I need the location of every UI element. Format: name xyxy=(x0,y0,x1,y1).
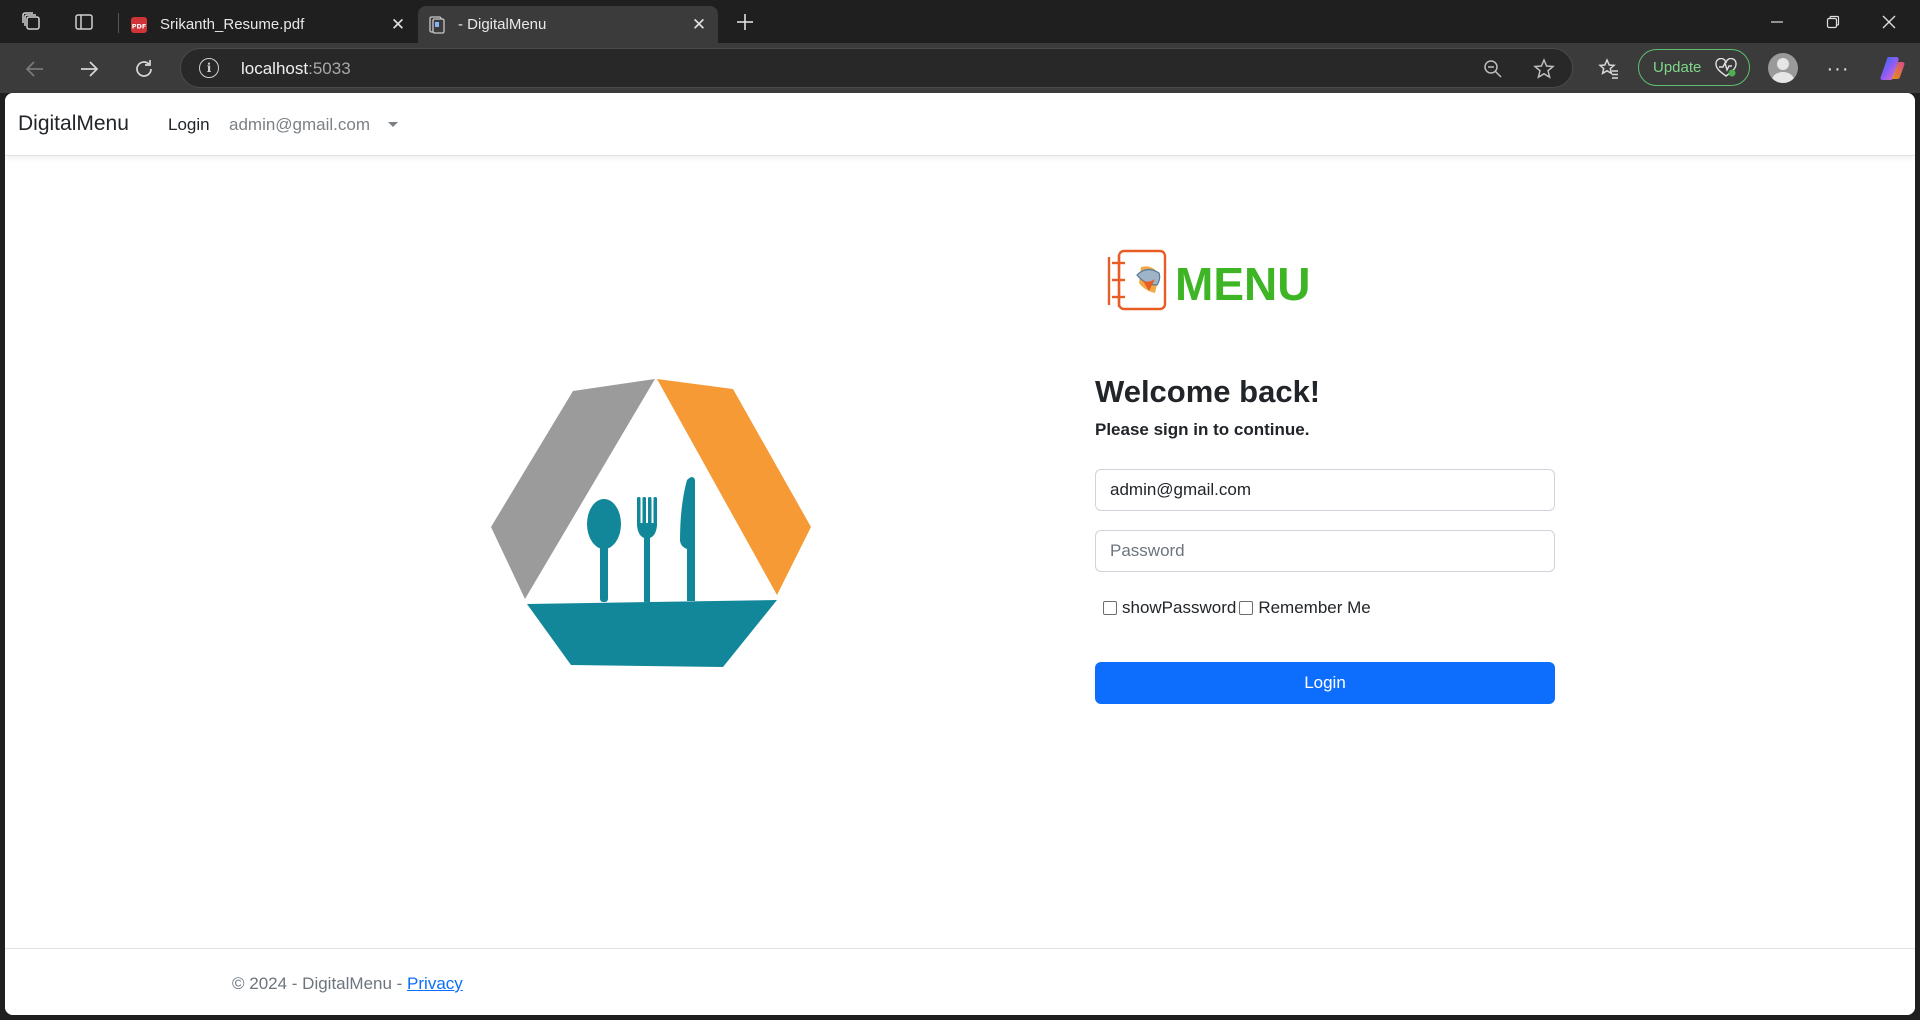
close-tab-icon[interactable]: ✕ xyxy=(385,12,411,38)
browser-toolbar: i localhost:5033 Update ··· xyxy=(0,43,1920,93)
page-icon xyxy=(429,15,445,34)
tab-title: - DigitalMenu xyxy=(458,16,547,33)
site-info-icon[interactable]: i xyxy=(199,58,219,78)
logo-orange-segment xyxy=(657,379,811,595)
profile-avatar-icon[interactable] xyxy=(1768,53,1798,83)
navbar-brand[interactable]: DigitalMenu xyxy=(18,112,129,136)
copyright-text: © 2024 - DigitalMenu - xyxy=(232,974,408,993)
logo-gray-segment xyxy=(491,379,655,599)
browser-tab-bar: PDF Srikanth_Resume.pdf ✕ - DigitalMenu … xyxy=(0,0,1920,43)
favorites-icon[interactable] xyxy=(1593,53,1625,85)
logo-teal-base xyxy=(527,600,777,667)
show-password-label[interactable]: showPassword xyxy=(1122,598,1236,618)
restaurant-hexagon-logo xyxy=(491,379,811,667)
site-footer: © 2024 - DigitalMenu - Privacy xyxy=(5,948,1915,1015)
restore-icon[interactable] xyxy=(1805,0,1861,43)
forward-icon[interactable] xyxy=(73,53,105,85)
password-field[interactable] xyxy=(1095,530,1555,572)
footer-text: © 2024 - DigitalMenu - Privacy xyxy=(232,974,463,994)
update-button[interactable]: Update xyxy=(1638,49,1750,86)
nav-login-link[interactable]: Login xyxy=(168,115,210,135)
svg-text:PDF: PDF xyxy=(132,22,147,30)
url-text[interactable]: localhost:5033 xyxy=(241,59,351,79)
remember-me-label[interactable]: Remember Me xyxy=(1258,598,1370,618)
remember-me-checkbox[interactable] xyxy=(1239,601,1254,615)
chevron-down-icon[interactable] xyxy=(388,122,398,127)
refresh-icon[interactable] xyxy=(128,53,160,85)
new-tab-icon[interactable] xyxy=(731,8,759,36)
nav-user-dropdown[interactable]: admin@gmail.com xyxy=(229,115,370,135)
tab-digitalmenu[interactable]: - DigitalMenu ✕ xyxy=(418,6,718,43)
copilot-icon[interactable] xyxy=(1879,54,1907,82)
show-password-checkbox[interactable] xyxy=(1103,601,1117,615)
login-options: showPassword Remember Me xyxy=(1103,598,1374,618)
pdf-icon: PDF xyxy=(131,16,147,33)
signin-subtitle: Please sign in to continue. xyxy=(1095,420,1310,439)
close-tab-icon[interactable]: ✕ xyxy=(686,12,712,38)
menu-logo-text: MENU xyxy=(1175,258,1310,310)
tab-resume-pdf[interactable]: PDF Srikanth_Resume.pdf ✕ xyxy=(120,6,417,43)
tab-title: Srikanth_Resume.pdf xyxy=(160,16,305,33)
minimize-icon[interactable] xyxy=(1749,0,1805,43)
favorite-star-icon[interactable] xyxy=(1532,57,1556,81)
menu-brand-logo: MENU xyxy=(1107,249,1310,311)
workspaces-icon[interactable] xyxy=(18,8,46,36)
tab-separator xyxy=(118,13,119,33)
page-viewport: DigitalMenu Login admin@gmail.com MENU W… xyxy=(5,93,1915,1015)
vertical-tabs-icon[interactable] xyxy=(70,8,98,36)
zoom-out-icon[interactable] xyxy=(1481,57,1505,81)
login-submit-button[interactable]: Login xyxy=(1095,662,1555,704)
more-options-icon[interactable]: ··· xyxy=(1822,53,1854,85)
back-icon[interactable] xyxy=(19,53,51,85)
cutlery-icon xyxy=(587,477,695,602)
address-bar[interactable]: i localhost:5033 xyxy=(180,48,1573,88)
site-navbar: DigitalMenu Login admin@gmail.com xyxy=(5,93,1915,156)
privacy-link[interactable]: Privacy xyxy=(407,974,463,993)
email-field[interactable] xyxy=(1095,469,1555,511)
welcome-heading: Welcome back! xyxy=(1095,374,1321,409)
browser-health-icon xyxy=(1715,58,1737,77)
update-label: Update xyxy=(1653,59,1702,76)
close-window-icon[interactable] xyxy=(1861,0,1917,43)
